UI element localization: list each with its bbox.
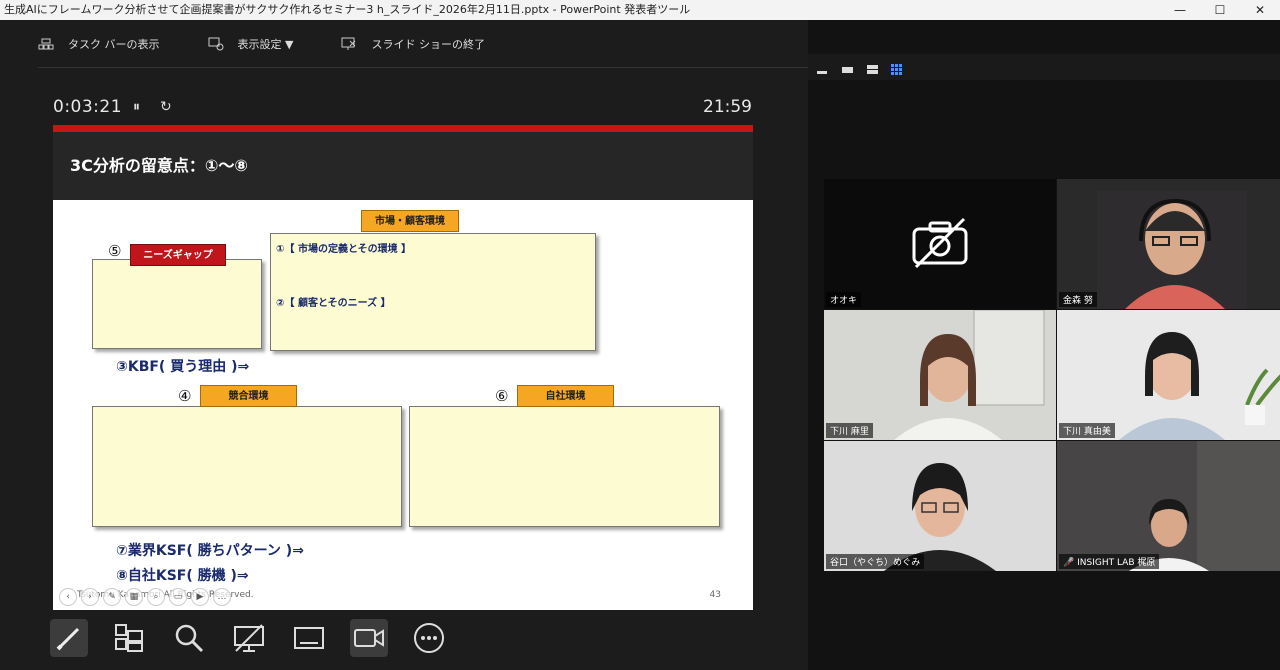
participant-name: 谷口（やぐち）めぐみ [826, 554, 925, 569]
participant-tile-active[interactable]: 下川 真由美 [1057, 310, 1280, 440]
taskbar-label: タスク バーの表示 [68, 38, 160, 51]
view-mode-buttons [816, 60, 904, 75]
grid-mini-icon[interactable]: ▦ [125, 588, 143, 606]
slide-accent-bar [53, 125, 753, 132]
window-titlebar: 生成AIにフレームワーク分析させて企画提案書がサクサク作れるセミナー3 h_スラ… [0, 0, 1280, 20]
needs-gap-tag: ニーズギャップ [130, 244, 226, 266]
minimize-button[interactable]: — [1160, 0, 1200, 20]
participant-tile[interactable]: オオキ [824, 179, 1056, 309]
meeting-panel: オオキ 金森 努 下川 麻里 下川 真由美 谷口（やぐち）めぐみ 🎤̸ INSI… [808, 20, 1280, 670]
customer-needs-text: ②【 顧客とそのニーズ 】 [276, 298, 391, 309]
industry-ksf-text: ⑦業界KSF( 勝ちパターン )⇒ [116, 543, 304, 559]
end-slideshow-label: スライド ショーの終了 [371, 38, 485, 51]
camera-mini-icon[interactable]: ▶ [191, 588, 209, 606]
zoom-button[interactable] [170, 619, 208, 657]
slide-title: 3C分析の留意点：①～⑧ [53, 132, 753, 200]
subtitles-button[interactable] [290, 619, 328, 657]
end-slideshow-icon [341, 37, 357, 51]
participant-tile[interactable]: 谷口（やぐち）めぐみ [824, 441, 1056, 571]
participant-name: 金森 努 [1059, 292, 1097, 307]
participant-video [824, 310, 1056, 440]
participant-name-text: INSIGHT LAB 梶原 [1077, 558, 1156, 568]
company-ksf-text: ⑧自社KSF( 勝機 )⇒ [116, 568, 249, 584]
participant-tile[interactable]: 金森 努 [1057, 179, 1280, 309]
participant-name: 下川 麻里 [826, 423, 873, 438]
participant-video [824, 441, 1056, 571]
number-4: ④ [178, 387, 192, 405]
window-title: 生成AIにフレームワーク分析させて企画提案書がサクサク作れるセミナー3 h_スラ… [4, 3, 691, 16]
toolbar-divider [38, 67, 808, 68]
speaker-view-icon[interactable] [866, 60, 879, 74]
participant-name: 🎤̸ INSIGHT LAB 梶原 [1059, 554, 1160, 569]
participant-name: オオキ [826, 292, 862, 307]
participant-name: 下川 真由美 [1059, 423, 1115, 438]
gallery-view-icon[interactable] [891, 60, 904, 75]
display-settings-button[interactable]: 表示設定 ▼ [208, 36, 294, 52]
slide-page-number: 43 [709, 590, 721, 600]
see-all-slides-button[interactable] [110, 619, 148, 657]
pen-mini-icon[interactable]: ✎ [103, 588, 121, 606]
kbf-text: ③KBF( 買う理由 )⇒ [116, 359, 250, 375]
participant-video [1097, 191, 1247, 309]
participant-gallery: オオキ 金森 努 下川 麻里 下川 真由美 谷口（やぐち）めぐみ 🎤̸ INSI… [824, 179, 1280, 572]
next-slide-mini-icon[interactable]: › [81, 588, 99, 606]
video-camera-icon [354, 629, 384, 647]
more-options-icon [414, 623, 444, 653]
zoom-mini-icon[interactable]: ⌕ [147, 588, 165, 606]
maximize-button[interactable]: ☐ [1200, 0, 1240, 20]
pen-icon [56, 627, 80, 651]
competition-box [92, 406, 402, 527]
subtitles-icon [294, 627, 324, 649]
thumbnail-view-icon[interactable] [841, 60, 854, 73]
slide-mini-toolbar: ‹ › ✎ ▦ ⌕ ▭ ▶ … [59, 588, 231, 606]
company-box [409, 406, 720, 527]
participant-video [1057, 310, 1280, 440]
taskbar-icon [38, 37, 54, 51]
display-settings-icon [208, 37, 224, 51]
current-slide: 3C分析の留意点：①～⑧ 市場・顧客環境 ①【 市場の定義とその環境 】 ②【 … [53, 125, 753, 610]
close-button[interactable]: ✕ [1240, 0, 1280, 20]
needs-gap-box [92, 259, 262, 349]
pen-tool-button[interactable] [50, 619, 88, 657]
camera-toggle-button[interactable] [350, 619, 388, 657]
more-options-button[interactable] [410, 619, 448, 657]
participant-tile[interactable]: 🎤̸ INSIGHT LAB 梶原 [1057, 441, 1280, 571]
end-slideshow-button[interactable]: スライド ショーの終了 [341, 36, 485, 52]
screen-off-icon [234, 624, 264, 652]
magnifier-icon [175, 624, 204, 653]
presenter-toolbar: タスク バーの表示 表示設定 ▼ スライド ショーの終了 [38, 36, 533, 52]
presenter-bottom-tools [50, 619, 448, 657]
market-tag: 市場・顧客環境 [361, 210, 459, 232]
black-screen-button[interactable] [230, 619, 268, 657]
participant-tile[interactable]: 下川 麻里 [824, 310, 1056, 440]
minimize-view-icon[interactable] [816, 60, 829, 74]
pause-timer-button[interactable]: ⏸ [133, 99, 140, 115]
elapsed-timer: 0:03:21 [53, 97, 123, 117]
mic-muted-icon: 🎤̸ [1063, 558, 1075, 568]
prev-slide-mini-icon[interactable]: ‹ [59, 588, 77, 606]
participant-video [1057, 441, 1280, 571]
more-mini-icon[interactable]: … [213, 588, 231, 606]
current-time: 21:59 [703, 97, 752, 117]
display-settings-label: 表示設定 ▼ [237, 38, 294, 51]
subtitle-mini-icon[interactable]: ▭ [169, 588, 187, 606]
camera-off-icon [912, 217, 968, 269]
number-6: ⑥ [495, 387, 509, 405]
competition-tag: 競合環境 [200, 385, 297, 407]
market-definition-text: ①【 市場の定義とその環境 】 [276, 244, 412, 255]
presenter-view: タスク バーの表示 表示設定 ▼ スライド ショーの終了 0:03:21 ⏸ ↻… [0, 20, 808, 670]
number-5: ⑤ [108, 242, 122, 260]
reset-timer-button[interactable]: ↻ [160, 99, 172, 115]
taskbar-toggle-button[interactable]: タスク バーの表示 [38, 36, 160, 52]
slides-grid-icon [115, 624, 143, 652]
company-tag: 自社環境 [517, 385, 614, 407]
